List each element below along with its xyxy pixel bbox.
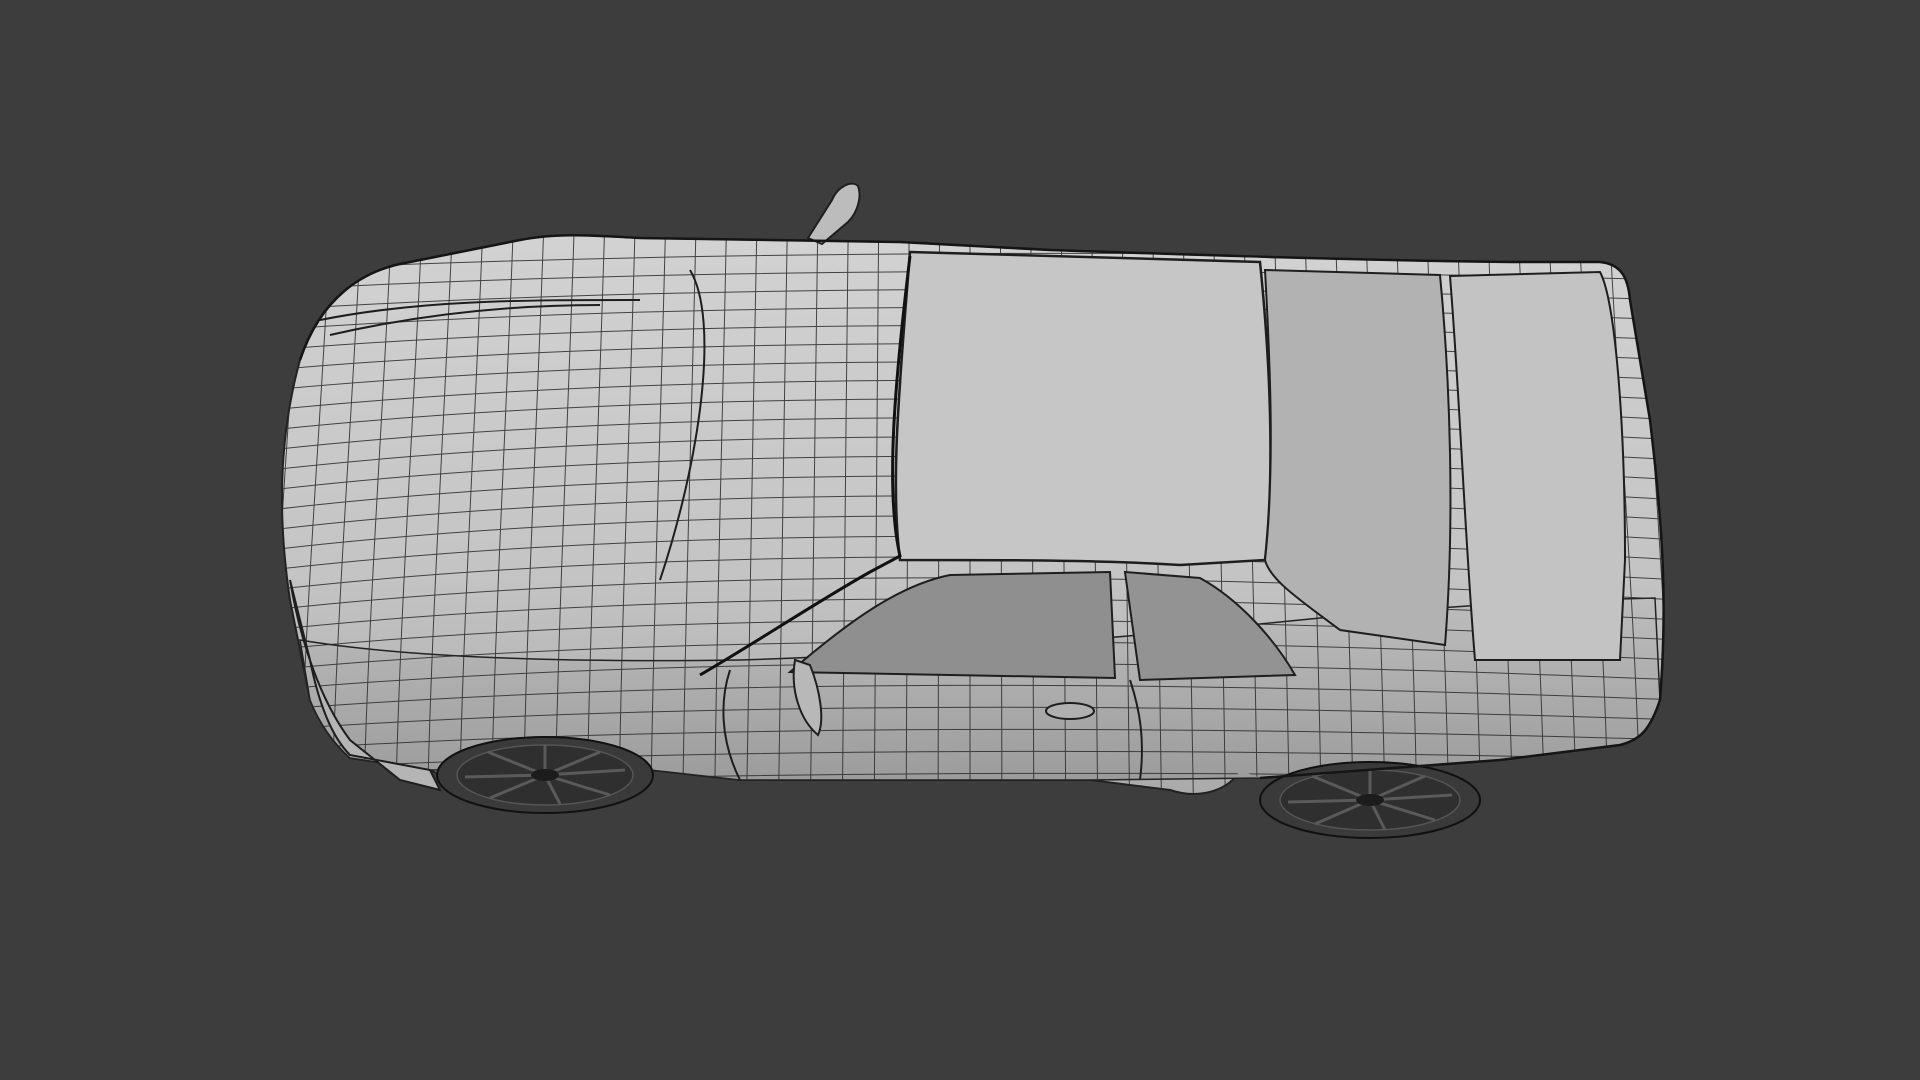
3d-viewport[interactable]: [0, 0, 1920, 1080]
roof-panel: [894, 250, 1272, 567]
top-mirror: [806, 182, 861, 246]
rear-wheel: [1259, 761, 1481, 839]
car-model[interactable]: [0, 0, 1920, 1080]
door-handle: [1045, 702, 1095, 720]
front-wheel: [436, 736, 654, 814]
trunk-lid: [1448, 270, 1627, 661]
rear-window: [1263, 268, 1452, 647]
